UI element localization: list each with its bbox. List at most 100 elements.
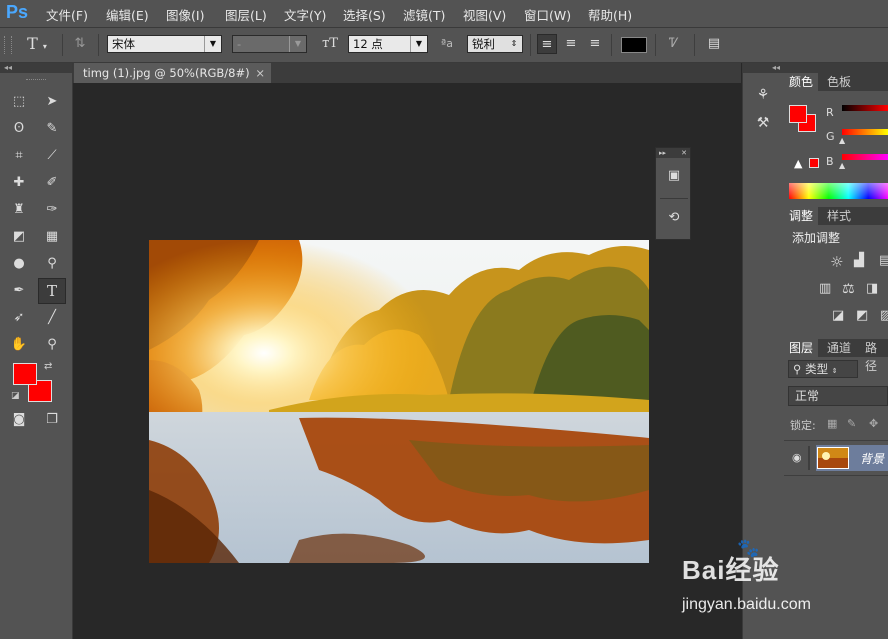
tool-preset-picker[interactable]: T ▾ [20, 34, 54, 54]
quick-select-tool-icon[interactable]: ✎ [40, 118, 64, 140]
text-color-swatch[interactable] [621, 37, 647, 53]
g-slider[interactable] [842, 129, 888, 135]
default-colors-icon[interactable]: ◪ [11, 391, 20, 401]
threshold-icon[interactable]: ▨ [880, 308, 888, 323]
color-balance-icon[interactable]: ⚖ [842, 281, 855, 297]
font-family-select[interactable]: 宋体 ▼ [107, 35, 222, 53]
menu-filter[interactable]: 滤镜(T) [403, 5, 445, 24]
canvas-image[interactable] [149, 240, 649, 563]
layer-thumbnail [817, 447, 849, 469]
crop-tool-icon[interactable]: ⌗ [7, 145, 31, 167]
3d-panel-icon[interactable]: ▣ [664, 168, 684, 188]
layer-row[interactable]: ◉ 背景 [784, 440, 888, 476]
antialias-icon: ªa [441, 37, 453, 50]
hand-tool-icon[interactable]: ✋ [7, 334, 31, 356]
color-spectrum[interactable] [789, 183, 888, 199]
invert-icon[interactable]: ◪ [832, 308, 844, 323]
font-size-select[interactable]: 12 点 ▼ [348, 35, 428, 53]
tab-swatches[interactable]: 色板 [822, 73, 856, 91]
posterize-icon[interactable]: ◩ [856, 308, 868, 323]
b-slider[interactable] [842, 154, 888, 160]
eye-icon[interactable]: ◉ [792, 451, 802, 464]
blur-tool-icon[interactable]: ● [7, 253, 31, 275]
eraser-tool-icon[interactable]: ◩ [7, 226, 31, 248]
gamut-color-swatch[interactable] [809, 158, 819, 168]
slider-thumb-icon[interactable]: ▲ [839, 161, 845, 170]
text-orientation-icon[interactable]: ⇅ [70, 34, 90, 54]
lock-label: 锁定: [790, 419, 816, 432]
color-panel-header: 颜色 色板 [784, 73, 888, 91]
tab-styles[interactable]: 样式 [822, 207, 856, 225]
gradient-tool-icon[interactable]: ▦ [40, 226, 64, 248]
align-right-button[interactable]: ≡ [585, 34, 605, 54]
expand-icon[interactable]: ▸▸ [659, 148, 666, 158]
collapse-icon[interactable]: ◂◂ [743, 63, 784, 73]
slider-thumb-icon[interactable]: ▲ [839, 136, 845, 145]
tab-color[interactable]: 颜色 [784, 73, 819, 91]
font-style-select[interactable]: - ▼ [232, 35, 307, 53]
pen-tool-icon[interactable]: ✒ [7, 280, 31, 302]
channel-label-b: B [826, 155, 834, 168]
levels-icon[interactable]: ▟ [854, 253, 864, 268]
menu-type[interactable]: 文字(Y) [284, 5, 326, 24]
brush-tool-icon[interactable]: ✐ [40, 172, 64, 194]
tab-paths[interactable]: 路径 [860, 339, 888, 373]
healing-brush-tool-icon[interactable]: ✚ [7, 172, 31, 194]
zoom-tool-icon[interactable]: ⚲ [40, 334, 64, 356]
close-icon[interactable]: × [255, 63, 265, 83]
quick-mask-icon[interactable]: ◙ [7, 409, 31, 431]
menu-edit[interactable]: 编辑(E) [106, 5, 149, 24]
hue-saturation-icon[interactable]: ▥ [819, 281, 831, 296]
document-tab[interactable]: timg (1).jpg @ 50%(RGB/8#) × [74, 63, 271, 83]
layer-filter-select[interactable]: ⚲ 类型 ⇕ [788, 360, 858, 378]
collapse-icon[interactable]: ◂◂ [0, 63, 72, 73]
blend-mode-select[interactable]: 正常 [788, 386, 888, 406]
character-panel-icon[interactable]: ▤ [704, 34, 724, 54]
type-tool-icon[interactable]: T [38, 278, 66, 304]
brush-preset-icon[interactable]: ⚘ [753, 87, 773, 107]
lasso-tool-icon[interactable]: ʘ [7, 118, 31, 140]
gamut-warning-icon[interactable]: ▲ [794, 157, 802, 170]
history-brush-tool-icon[interactable]: ✑ [40, 199, 64, 221]
marquee-tool-icon[interactable]: ⬚ [7, 91, 31, 113]
foreground-color-swatch[interactable] [789, 105, 807, 123]
clone-stamp-tool-icon[interactable]: ♜ [7, 199, 31, 221]
tab-layers[interactable]: 图层 [784, 339, 819, 357]
history-panel-icon[interactable]: ⟲ [664, 210, 684, 230]
warp-text-icon[interactable]: Ꮴ [664, 34, 684, 54]
black-white-icon[interactable]: ◨ [866, 281, 878, 296]
foreground-color-swatch[interactable] [13, 363, 37, 385]
tab-channels[interactable]: 通道 [822, 339, 856, 357]
menu-help[interactable]: 帮助(H) [588, 5, 632, 24]
layer-name: 背景 [860, 452, 885, 466]
menu-window[interactable]: 窗口(W) [524, 5, 571, 24]
brightness-icon[interactable]: ☼ [830, 253, 843, 271]
floating-panel: ▸▸ ✕ ▣ ⟲ [655, 147, 691, 240]
menu-file[interactable]: 文件(F) [46, 5, 88, 24]
menu-view[interactable]: 视图(V) [463, 5, 506, 24]
menu-image[interactable]: 图像(I) [166, 5, 204, 24]
menu-select[interactable]: 选择(S) [343, 5, 386, 24]
lock-transparent-icon[interactable]: ▦ [827, 417, 837, 430]
move-tool-icon[interactable]: ➤ [40, 91, 64, 113]
watermark-url: jingyan.baidu.com [682, 596, 811, 613]
line-tool-icon[interactable]: ╱ [40, 307, 64, 329]
screen-mode-icon[interactable]: ❐ [40, 409, 64, 431]
curves-icon[interactable]: ▤ [879, 253, 888, 268]
menu-layer[interactable]: 图层(L) [225, 5, 267, 24]
close-icon[interactable]: ✕ [681, 148, 687, 158]
swap-colors-icon[interactable]: ⇄ [44, 361, 52, 372]
chevron-down-icon: ▼ [289, 36, 306, 52]
tab-adjustments[interactable]: 调整 [784, 207, 819, 225]
align-center-button[interactable]: ≡ [561, 34, 581, 54]
antialias-select[interactable]: 锐利 ⇕ [467, 35, 523, 53]
path-select-tool-icon[interactable]: ➶ [7, 307, 31, 329]
lock-position-icon[interactable]: ✥ [869, 417, 878, 430]
tool-preset-icon[interactable]: ⚒ [753, 115, 773, 135]
lock-pixels-icon[interactable]: ✎ [847, 417, 856, 430]
dodge-tool-icon[interactable]: ⚲ [40, 253, 64, 275]
eyedropper-tool-icon[interactable]: ⟋ [40, 145, 64, 167]
r-slider[interactable] [842, 105, 888, 111]
align-left-button[interactable]: ≡ [537, 34, 557, 54]
autumn-lake-photo [149, 240, 649, 563]
